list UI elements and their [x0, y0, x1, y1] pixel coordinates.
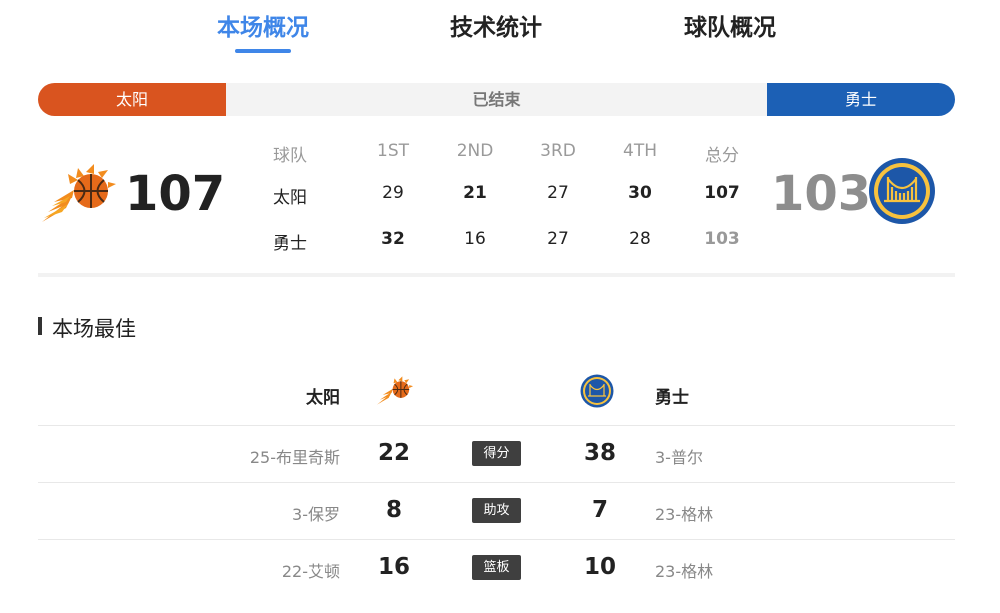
away-q4: 28 — [629, 229, 651, 249]
header-q4: 4TH — [623, 141, 657, 161]
away-q2: 16 — [464, 229, 486, 249]
best-away-team-name: 勇士 — [655, 388, 689, 408]
home-team-pill: 太阳 — [38, 83, 226, 116]
active-tab-indicator — [235, 49, 291, 53]
stat-badge-rebounds: 篮板 — [472, 555, 521, 580]
away-total: 103 — [704, 229, 740, 249]
game-status-text: 已结束 — [472, 90, 521, 109]
best-away-player-assists[interactable]: 23-格林 — [655, 501, 713, 525]
tab-technical-stats[interactable]: 技术统计 — [450, 8, 542, 42]
tab-game-overview[interactable]: 本场概况 — [217, 8, 309, 42]
best-players-title: 本场最佳 — [52, 317, 136, 341]
best-home-value-assists: 8 — [385, 497, 402, 523]
best-away-value-rebounds: 10 — [583, 554, 616, 580]
row-divider — [38, 539, 955, 540]
best-away-player-rebounds[interactable]: 23-格林 — [655, 558, 713, 582]
row-divider — [38, 482, 955, 483]
away-q3: 27 — [547, 229, 569, 249]
best-away-value-assists: 7 — [591, 497, 608, 523]
row-home-team: 太阳 — [273, 188, 307, 208]
stat-badge-assists: 助攻 — [472, 498, 521, 523]
golden-state-warriors-logo-icon — [869, 158, 935, 224]
stat-badge-points: 得分 — [472, 441, 521, 466]
header-team: 球队 — [273, 146, 307, 166]
best-home-player-points[interactable]: 25-布里奇斯 — [250, 444, 340, 468]
best-home-value-points: 22 — [377, 440, 410, 466]
best-home-player-assists[interactable]: 3-保罗 — [292, 501, 340, 525]
header-total: 总分 — [705, 146, 739, 166]
best-home-value-rebounds: 16 — [377, 554, 410, 580]
game-status-bar: 太阳 已结束 勇士 — [38, 83, 955, 116]
best-home-player-rebounds[interactable]: 22-艾顿 — [282, 558, 340, 582]
away-team-pill: 勇士 — [767, 83, 955, 116]
home-q3: 27 — [547, 183, 569, 203]
tab-bar: 本场概况 技术统计 球队概况 — [0, 0, 1000, 60]
header-q3: 3RD — [540, 141, 576, 161]
home-total: 107 — [704, 183, 740, 203]
row-divider — [38, 425, 955, 426]
home-q2: 21 — [463, 183, 487, 203]
header-q2: 2ND — [456, 141, 494, 161]
section-title-bar — [38, 317, 42, 335]
home-score: 107 — [125, 166, 226, 222]
tab-team-overview[interactable]: 球队概况 — [684, 8, 776, 42]
best-away-value-points: 38 — [583, 440, 616, 466]
away-score: 103 — [771, 166, 872, 222]
row-away-team: 勇士 — [273, 234, 307, 254]
phoenix-suns-logo-icon — [42, 164, 116, 222]
phoenix-suns-small-icon — [376, 376, 414, 405]
golden-state-warriors-small-icon — [580, 374, 614, 408]
home-q4: 30 — [628, 183, 652, 203]
home-q1: 29 — [382, 183, 404, 203]
best-home-team-name: 太阳 — [306, 388, 340, 408]
away-q1: 32 — [381, 229, 405, 249]
section-divider — [38, 273, 955, 277]
header-q1: 1ST — [377, 141, 409, 161]
best-away-player-points[interactable]: 3-普尔 — [655, 444, 703, 468]
